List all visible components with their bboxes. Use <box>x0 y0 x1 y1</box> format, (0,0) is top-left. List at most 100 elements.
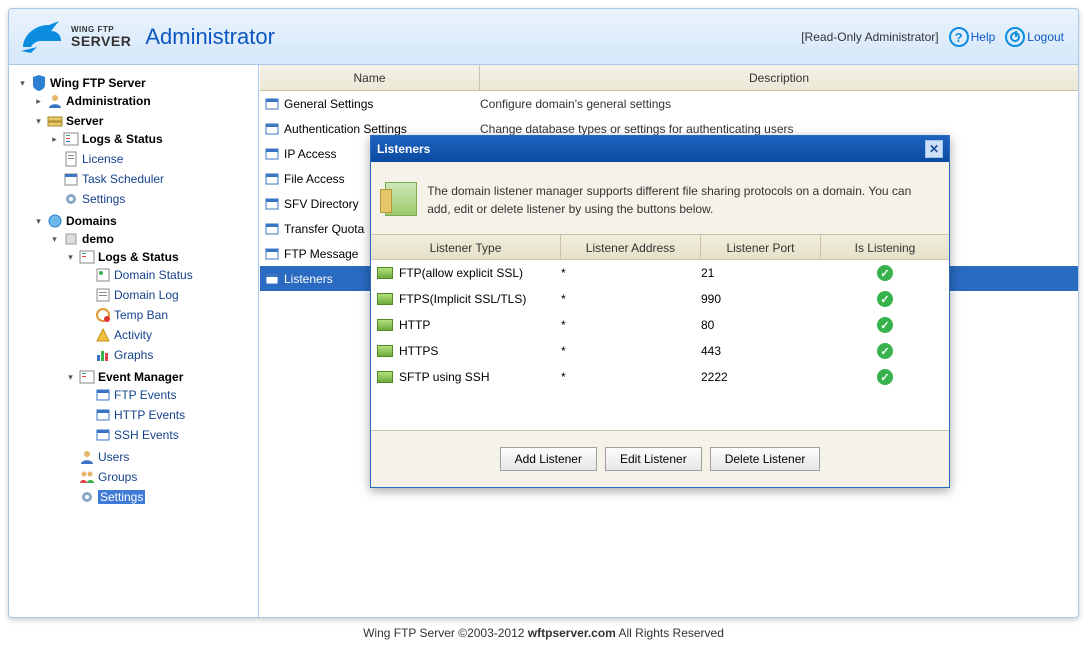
window-icon <box>95 427 111 443</box>
tree-event-manager[interactable]: ▾Event Manager <box>65 369 254 385</box>
event-icon <box>79 369 95 385</box>
listener-port: 990 <box>701 292 821 306</box>
tree-demo[interactable]: ▾demo <box>49 231 254 247</box>
listener-type: FTPS(Implicit SSL/TLS) <box>399 292 526 306</box>
row-icon <box>264 146 280 162</box>
row-icon <box>264 171 280 187</box>
check-icon: ✓ <box>877 343 893 359</box>
twisty-icon: ▾ <box>65 372 76 383</box>
tree-d-settings[interactable]: Settings <box>65 489 254 505</box>
row-name: File Access <box>284 172 345 186</box>
tree-ssh-events[interactable]: SSH Events <box>81 427 254 443</box>
tree-domain-log[interactable]: Domain Log <box>81 287 254 303</box>
chart-icon <box>95 347 111 363</box>
row-icon <box>264 121 280 137</box>
tree-server[interactable]: ▾Server <box>33 113 254 129</box>
listener-type: HTTPS <box>399 344 438 358</box>
col-description: Description <box>480 65 1078 90</box>
add-listener-button[interactable]: Add Listener <box>500 447 597 471</box>
close-button[interactable]: ✕ <box>925 140 943 158</box>
check-icon: ✓ <box>877 369 893 385</box>
delete-listener-button[interactable]: Delete Listener <box>710 447 821 471</box>
brand-big: SERVER <box>71 34 131 48</box>
cube-icon <box>63 231 79 247</box>
tree-groups[interactable]: Groups <box>65 469 254 485</box>
listener-icon <box>377 345 393 357</box>
logo-icon <box>19 17 63 57</box>
row-icon <box>264 196 280 212</box>
listener-type: FTP(allow explicit SSL) <box>399 266 523 280</box>
help-link[interactable]: ? Help <box>949 27 996 47</box>
tree-domains[interactable]: ▾Domains <box>33 213 254 229</box>
col-is-listening: Is Listening <box>821 235 949 259</box>
listener-row[interactable]: HTTP *80 ✓ <box>371 312 949 338</box>
tree-http-events[interactable]: HTTP Events <box>81 407 254 423</box>
listener-address: * <box>561 370 701 384</box>
listeners-dialog: Listeners ✕ The domain listener manager … <box>370 135 950 488</box>
tree-activity[interactable]: Activity <box>81 327 254 343</box>
tree-settings[interactable]: Settings <box>49 191 254 207</box>
listener-row[interactable]: HTTPS*443✓ <box>371 338 949 364</box>
activity-icon <box>95 327 111 343</box>
logout-label: Logout <box>1027 30 1064 44</box>
content-area: Name Description General SettingsConfigu… <box>259 65 1078 617</box>
listener-icon <box>377 267 393 279</box>
page-icon <box>63 151 79 167</box>
twisty-icon: ▸ <box>49 134 60 145</box>
logout-link[interactable]: Logout <box>1005 27 1064 47</box>
listener-row[interactable]: FTP(allow explicit SSL)*21✓ <box>371 260 949 286</box>
listener-type: SFTP using SSH <box>399 370 489 384</box>
dialog-titlebar[interactable]: Listeners ✕ <box>371 136 949 162</box>
tree-ftp-events[interactable]: FTP Events <box>81 387 254 403</box>
row-icon <box>264 221 280 237</box>
twisty-icon: ▾ <box>17 78 28 89</box>
listener-icon <box>377 371 393 383</box>
brand: WING FTP SERVER Administrator <box>19 17 275 57</box>
tree-logs-status[interactable]: ▸Logs & Status <box>49 131 254 147</box>
tree-temp-ban[interactable]: Temp Ban <box>81 307 254 323</box>
listener-port: 80 <box>701 318 821 332</box>
edit-listener-button[interactable]: Edit Listener <box>605 447 702 471</box>
check-icon: ✓ <box>877 317 893 333</box>
ban-icon <box>95 307 111 323</box>
tree-users[interactable]: Users <box>65 449 254 465</box>
power-icon <box>1005 27 1025 47</box>
row-name: Listeners <box>284 272 333 286</box>
col-listener-address: Listener Address <box>561 235 701 259</box>
listener-row[interactable]: SFTP using SSH *2222 ✓ <box>371 364 949 390</box>
log-icon <box>95 287 111 303</box>
list-icon <box>79 249 95 265</box>
tree-domain-status[interactable]: Domain Status <box>81 267 254 283</box>
col-name: Name <box>260 65 480 90</box>
tree-administration[interactable]: ▸Administration <box>33 93 254 109</box>
calendar-icon <box>63 171 79 187</box>
dialog-intro: The domain listener manager supports dif… <box>427 182 935 218</box>
col-listener-port: Listener Port <box>701 235 821 259</box>
row-desc: Configure domain's general settings <box>480 97 1078 111</box>
row-icon <box>264 246 280 262</box>
row-name: FTP Message <box>284 247 358 261</box>
tree-task-scheduler[interactable]: Task Scheduler <box>49 171 254 187</box>
user-badge: [Read-Only Administrator] <box>801 30 938 44</box>
tree-graphs[interactable]: Graphs <box>81 347 254 363</box>
listener-grid-header: Listener Type Listener Address Listener … <box>371 234 949 260</box>
tree-root[interactable]: ▾ Wing FTP Server <box>17 75 254 91</box>
group-icon <box>79 469 95 485</box>
app-header: WING FTP SERVER Administrator [Read-Only… <box>9 9 1078 65</box>
tree-license[interactable]: License <box>49 151 254 167</box>
app-title: Administrator <box>145 24 275 50</box>
listener-port: 2222 <box>701 370 821 384</box>
tree-d-logs-status[interactable]: ▾Logs & Status <box>65 249 254 265</box>
settings-grid-header: Name Description <box>260 65 1078 91</box>
listener-address: * <box>561 318 701 332</box>
listener-type: HTTP <box>399 318 430 332</box>
settings-row[interactable]: General SettingsConfigure domain's gener… <box>260 91 1078 116</box>
row-desc: Change database types or settings for au… <box>480 122 1078 136</box>
row-name: Authentication Settings <box>284 122 407 136</box>
twisty-icon: ▾ <box>65 252 76 263</box>
row-name: SFV Directory <box>284 197 359 211</box>
check-icon: ✓ <box>877 291 893 307</box>
listener-row[interactable]: FTPS(Implicit SSL/TLS)*990✓ <box>371 286 949 312</box>
gear-icon <box>79 489 95 505</box>
sidebar: ▾ Wing FTP Server ▸Administration ▾Serve… <box>9 65 259 617</box>
